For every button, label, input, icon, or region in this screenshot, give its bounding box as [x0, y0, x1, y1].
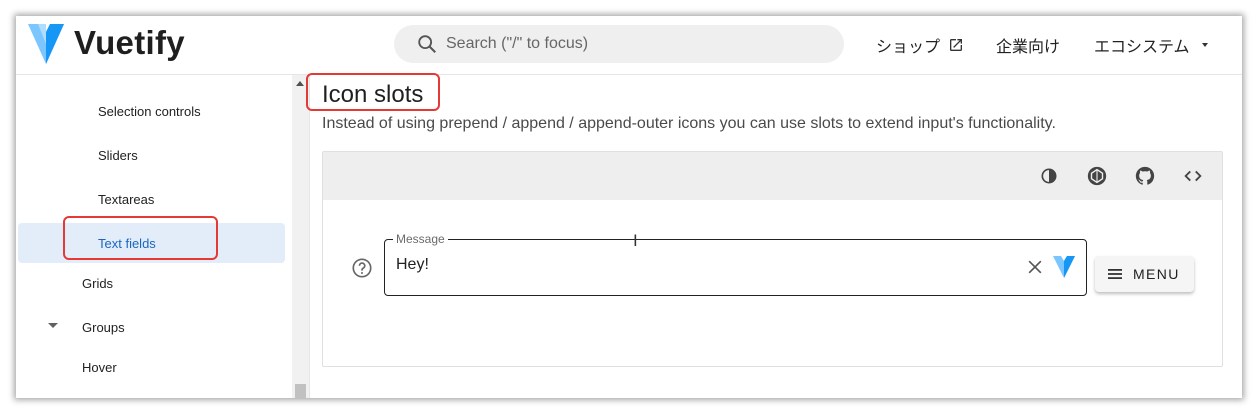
menu-button[interactable]: MENU — [1095, 256, 1194, 292]
vuetify-logo-icon[interactable] — [26, 20, 66, 68]
sidebar-item-grids[interactable]: Grids — [16, 263, 284, 303]
help-circle-icon[interactable] — [351, 257, 373, 279]
search-input[interactable] — [446, 35, 826, 53]
sidebar-item-label: Sliders — [98, 147, 138, 163]
sidebar-item-text-fields[interactable]: Text fields — [18, 223, 285, 263]
sidebar-item-label: Selection controls — [98, 103, 201, 119]
github-button[interactable] — [1133, 164, 1157, 188]
nav-shop[interactable]: ショップ — [876, 32, 964, 58]
sidebar-scrollbar[interactable] — [292, 75, 309, 398]
sidebar-item-label: Hover — [82, 359, 117, 375]
nav-business[interactable]: 企業向け — [996, 32, 1060, 58]
nav-business-label: 企業向け — [996, 39, 1061, 56]
sidebar-item-sliders[interactable]: Sliders — [16, 135, 284, 175]
view-code-button[interactable] — [1181, 164, 1205, 188]
github-icon — [1135, 166, 1155, 185]
main-content: Icon slots Instead of using prepend / ap… — [310, 75, 1242, 398]
browser-window: Vuetify ショップ 企業向け エコシステム Selection — [16, 16, 1242, 398]
app-bar: Vuetify ショップ 企業向け エコシステム — [16, 16, 1242, 75]
invert-colors-icon — [1041, 168, 1057, 184]
scroll-up-arrow-icon[interactable] — [296, 81, 304, 86]
code-icon — [1184, 170, 1202, 182]
nav-ecosystem[interactable]: エコシステム — [1094, 32, 1212, 58]
message-text-field[interactable]: Message — [384, 232, 1087, 296]
sidebar-item-groups[interactable]: Groups — [16, 307, 284, 347]
caret-down-icon — [1201, 43, 1208, 47]
close-icon[interactable] — [1025, 257, 1045, 277]
section-description: Instead of using prepend / append / appe… — [322, 115, 1056, 132]
sidebar-item-selection-controls[interactable]: Selection controls — [16, 91, 284, 131]
codepen-button[interactable] — [1085, 164, 1109, 188]
logo-text[interactable]: Vuetify — [74, 24, 185, 62]
sidebar-item-textareas[interactable]: Textareas — [16, 179, 284, 219]
expand-caret-icon[interactable] — [48, 323, 58, 328]
sidebar-item-label: Textareas — [98, 191, 155, 207]
search-icon — [418, 35, 436, 53]
vuetify-logo-icon — [1053, 256, 1075, 278]
sidebar-item-label: Text fields — [98, 235, 156, 251]
search-bar[interactable] — [394, 25, 844, 63]
open-in-new-icon — [950, 39, 963, 51]
sidebar-item-label: Groups — [82, 319, 125, 335]
codepen-icon — [1087, 166, 1107, 186]
text-cursor-icon: Ι — [633, 231, 638, 250]
sidebar-item-hover[interactable]: Hover — [16, 347, 284, 387]
scroll-thumb[interactable] — [295, 384, 306, 398]
message-field-label: Message — [393, 232, 448, 246]
nav-shop-label: ショップ — [876, 39, 941, 56]
nav-ecosystem-label: エコシステム — [1094, 39, 1190, 56]
sidebar-item-label: Grids — [82, 275, 114, 291]
menu-button-label: MENU — [1133, 266, 1180, 282]
invert-colors-button[interactable] — [1037, 164, 1061, 188]
sidebar-nav: Selection controls Sliders Textareas Tex… — [16, 75, 292, 398]
section-title: Icon slots — [322, 81, 424, 108]
message-input[interactable] — [396, 256, 996, 274]
example-card: Message MENU — [322, 151, 1223, 367]
menu-icon — [1108, 269, 1122, 279]
example-toolbar — [323, 152, 1222, 200]
